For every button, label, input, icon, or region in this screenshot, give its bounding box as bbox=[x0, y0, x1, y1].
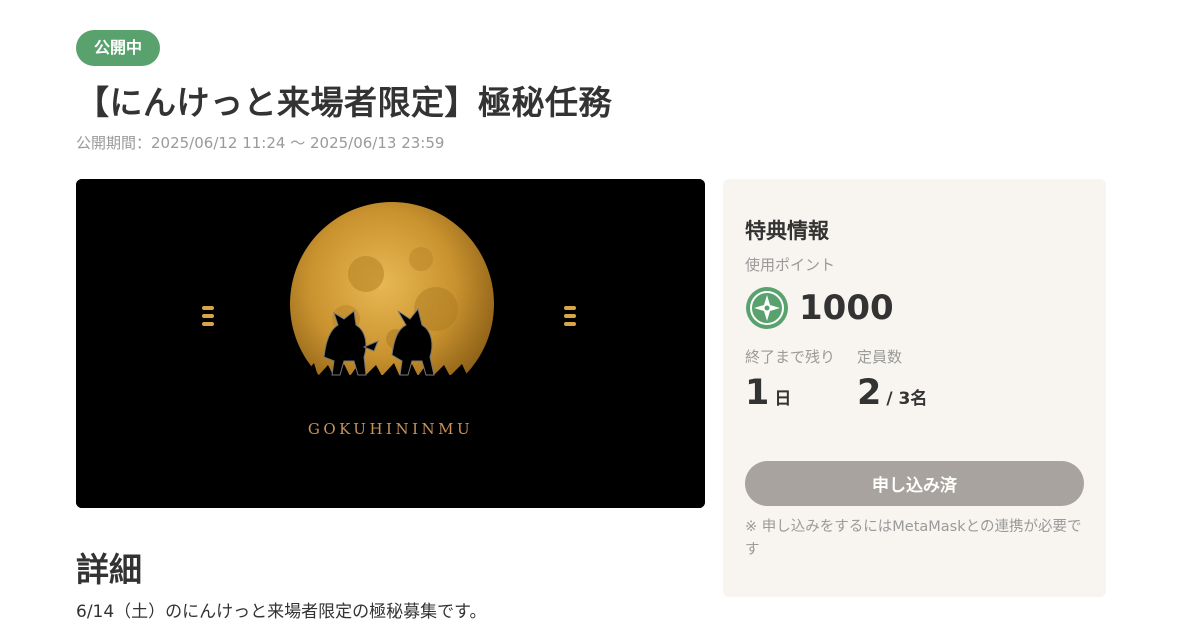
moon-illustration: GOKUHININMU bbox=[76, 179, 705, 508]
remaining-label: 終了まで残り bbox=[745, 348, 836, 366]
details-body: 6/14（土）のにんけっと来場者限定の極秘募集です。 bbox=[76, 602, 487, 622]
capacity-unit: / 3名 bbox=[886, 389, 928, 409]
remaining-value: 1 bbox=[745, 373, 770, 413]
remaining-days: 1日 bbox=[745, 373, 791, 413]
campaign-page: 公開中 【にんけっと来場者限定】極秘任務 公開期間：2025/06/12 11:… bbox=[0, 0, 1200, 641]
capacity-count: 2/ 3名 bbox=[857, 373, 927, 413]
capacity-label: 定員数 bbox=[857, 348, 903, 366]
status-badge: 公開中 bbox=[76, 30, 161, 66]
shuriken-icon bbox=[746, 287, 788, 329]
remaining-unit: 日 bbox=[774, 389, 792, 409]
apply-button[interactable]: 申し込み済 bbox=[745, 461, 1084, 506]
metamask-note: ※ 申し込みをするにはMetaMaskとの連携が必要です bbox=[745, 519, 1082, 558]
page-title: 【にんけっと来場者限定】極秘任務 bbox=[76, 83, 612, 122]
hero-image: GOKUHININMU bbox=[76, 179, 705, 508]
points-value: 1000 bbox=[799, 288, 894, 328]
benefits-panel: 特典情報 使用ポイント 1000 終了まで残り 定員数 1日 2/ 3名 申し込… bbox=[723, 179, 1106, 597]
benefits-title: 特典情報 bbox=[745, 219, 829, 243]
hero-caption: GOKUHININMU bbox=[308, 420, 473, 438]
points-label: 使用ポイント bbox=[745, 256, 836, 274]
lantern-left-icon bbox=[202, 306, 214, 326]
details-heading: 詳細 bbox=[76, 550, 142, 589]
lantern-right-icon bbox=[564, 306, 576, 326]
publish-period: 公開期間：2025/06/12 11:24 〜 2025/06/13 23:59 bbox=[76, 134, 445, 152]
capacity-value: 2 bbox=[857, 373, 882, 413]
